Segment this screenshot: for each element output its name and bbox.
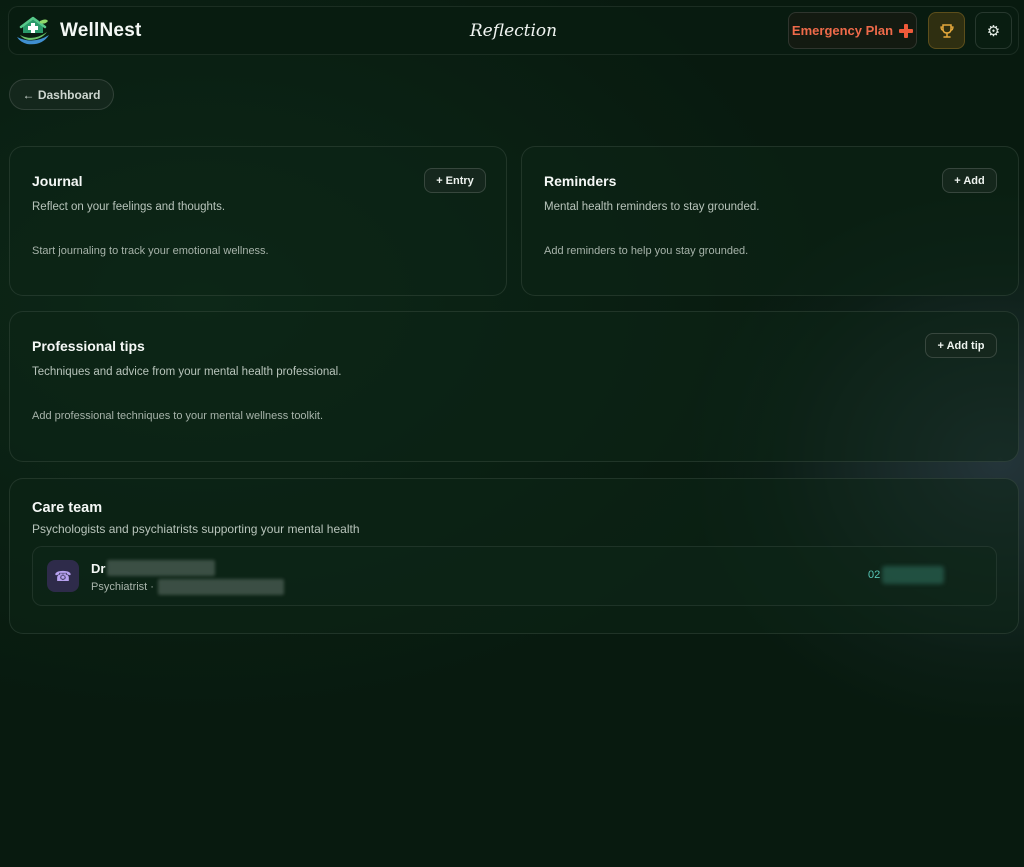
journal-card: Journal + Entry Reflect on your feelings… bbox=[9, 146, 507, 296]
care-team-card: Care team Psychologists and psychiatrist… bbox=[9, 478, 1019, 634]
redacted-name bbox=[107, 560, 216, 576]
tips-empty-state: Add professional techniques to your ment… bbox=[32, 410, 324, 422]
redacted-phone bbox=[882, 566, 945, 584]
member-phone-link[interactable]: 02 bbox=[868, 566, 945, 584]
add-reminder-button[interactable]: + Add bbox=[942, 168, 997, 193]
phone-icon: ☎ bbox=[47, 560, 79, 592]
add-tip-button[interactable]: + Add tip bbox=[925, 333, 997, 358]
add-journal-entry-button[interactable]: + Entry bbox=[424, 168, 486, 193]
plus-icon bbox=[899, 23, 914, 38]
member-role-label: Psychiatrist · bbox=[91, 581, 154, 593]
gear-icon: ⚙ bbox=[986, 22, 1001, 40]
top-bar: WellNest Reflection Emergency Plan ⚙ bbox=[8, 6, 1019, 55]
reminders-subtitle: Mental health reminders to stay grounded… bbox=[544, 201, 760, 213]
member-phone-prefix: 02 bbox=[868, 569, 881, 581]
reminders-title: Reminders bbox=[544, 173, 617, 189]
back-to-dashboard-button[interactable]: ← Dashboard bbox=[9, 79, 114, 110]
achievements-button[interactable] bbox=[928, 12, 965, 49]
journal-subtitle: Reflect on your feelings and thoughts. bbox=[32, 201, 226, 213]
reminders-card: Reminders + Add Mental health reminders … bbox=[521, 146, 1019, 296]
reminders-empty-state: Add reminders to help you stay grounded. bbox=[544, 245, 749, 257]
tips-subtitle: Techniques and advice from your mental h… bbox=[32, 366, 342, 378]
emergency-plan-label: Emergency Plan bbox=[791, 23, 894, 38]
care-team-title: Care team bbox=[32, 500, 103, 516]
member-name: Dr bbox=[91, 560, 216, 576]
trophy-icon bbox=[939, 23, 954, 38]
journal-title: Journal bbox=[32, 173, 83, 189]
member-role: Psychiatrist · bbox=[91, 579, 284, 595]
care-team-subtitle: Psychologists and psychiatrists supporti… bbox=[32, 522, 360, 536]
member-name-prefix: Dr bbox=[91, 560, 106, 576]
settings-button[interactable]: ⚙ bbox=[975, 12, 1012, 49]
redacted-practice bbox=[157, 579, 284, 595]
tips-title: Professional tips bbox=[32, 338, 145, 354]
care-team-member[interactable]: ☎ Dr Psychiatrist · 02 bbox=[32, 546, 997, 606]
journal-empty-state: Start journaling to track your emotional… bbox=[32, 245, 269, 257]
professional-tips-card: Professional tips + Add tip Techniques a… bbox=[9, 311, 1019, 462]
emergency-plan-button[interactable]: Emergency Plan bbox=[788, 12, 917, 49]
